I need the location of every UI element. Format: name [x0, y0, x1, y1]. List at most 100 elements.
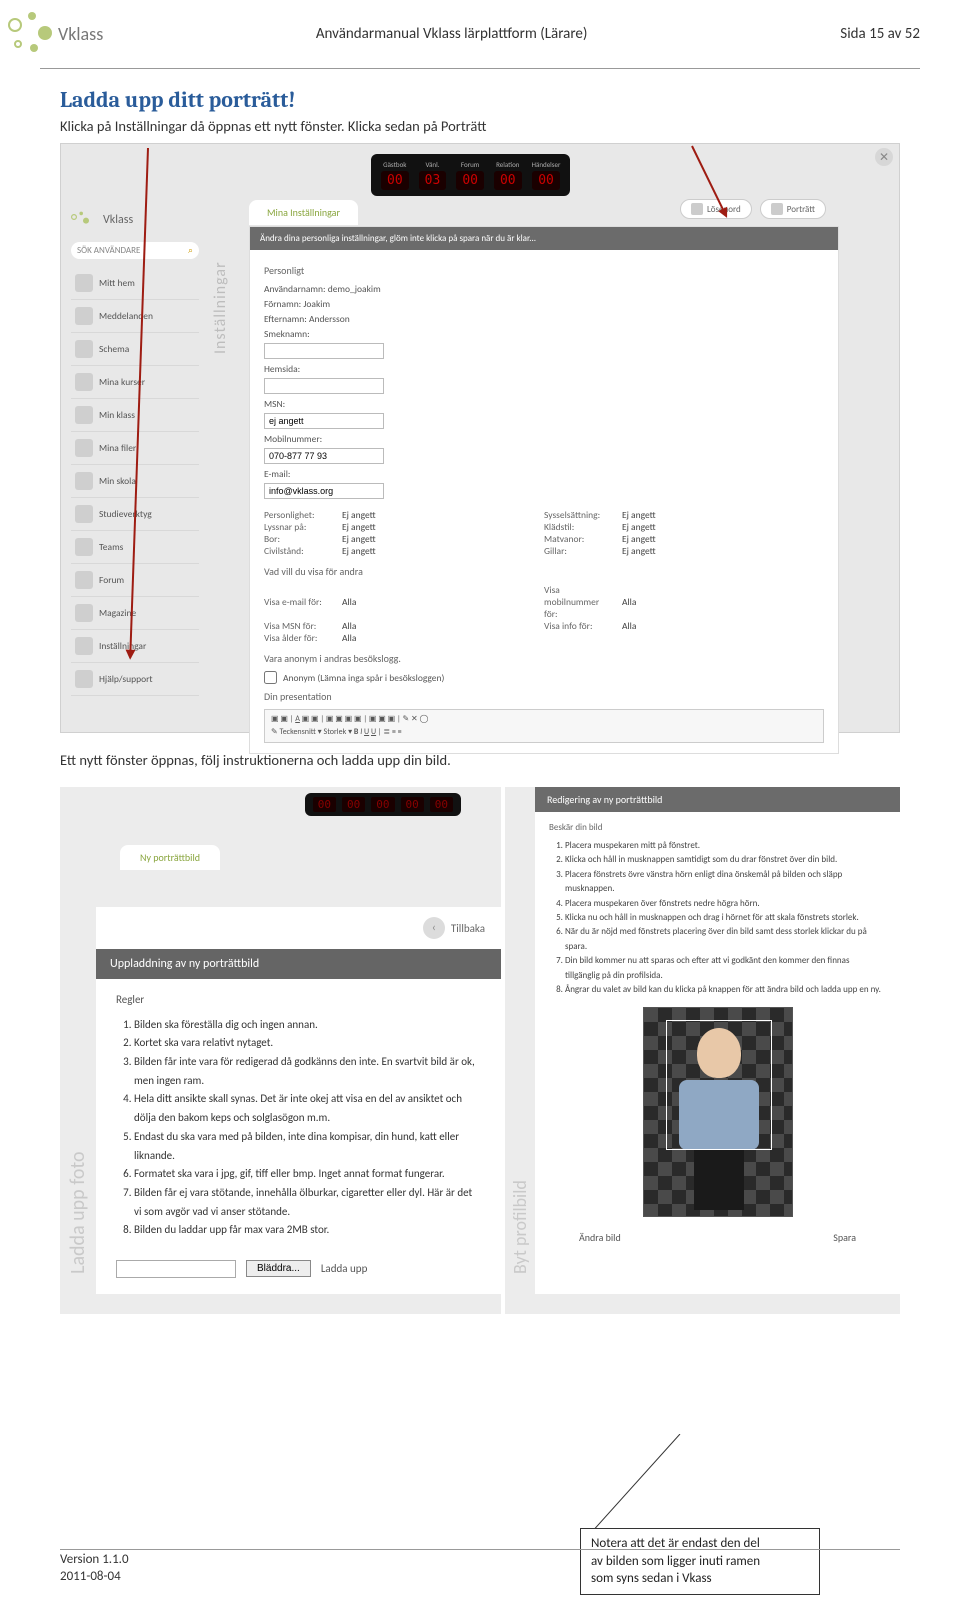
nav-mitt-hem[interactable]: Mitt hem	[71, 267, 199, 300]
nav-magazine[interactable]: Magazine	[71, 597, 199, 630]
attr-row: Civilstånd:Ej angettGillar:Ej angett	[264, 545, 824, 557]
notification-bar: Gästbok00 Vänl.03 Forum00 Relation00 Hän…	[371, 154, 570, 196]
hemsida-input[interactable]	[264, 378, 384, 394]
rule-item: Formatet ska vara i jpg, gif, tiff eller…	[134, 1165, 481, 1184]
step-item: Klicka nu och håll in musknappen och dra…	[565, 911, 886, 925]
mobil-input[interactable]	[264, 448, 384, 464]
rule-item: Hela ditt ansikte skall synas. Det är in…	[134, 1090, 481, 1127]
file-path-input[interactable]	[116, 1260, 236, 1278]
nav-min-klass[interactable]: Min klass	[71, 399, 199, 432]
help-icon	[75, 670, 93, 688]
doc-footer: Version 1.1.0 2011-08-04	[60, 1552, 129, 1586]
doc-header: Vklass Användarmanual Vklass lärplattfor…	[0, 0, 960, 68]
chevron-left-icon: ‹	[423, 917, 445, 939]
key-icon	[691, 203, 703, 215]
tab-losenord[interactable]: Lösenord	[680, 199, 752, 219]
nav-hjalp[interactable]: Hjälp/support	[71, 663, 199, 696]
led-relation[interactable]: Relation00	[494, 160, 522, 190]
step-item: Ångrar du valet av bild kan du klicka på…	[565, 983, 886, 997]
doc-title: Användarmanual Vklass lärplattform (Lära…	[103, 25, 800, 43]
rule-item: Kortet ska vara relativt nytaget.	[134, 1034, 481, 1053]
email-input[interactable]	[264, 483, 384, 499]
portrait-icon	[771, 203, 783, 215]
led-forum[interactable]: Forum00	[456, 160, 484, 190]
search-input[interactable]: SÖK ANVÄNDARE ⌕	[71, 242, 199, 259]
led-vanl[interactable]: Vänl.03	[419, 160, 447, 190]
screenshot-settings: ✕ Gästbok00 Vänl.03 Forum00 Relation00 H…	[60, 143, 900, 733]
vtab-ladda-upp: Ladda upp foto	[60, 907, 96, 1294]
notification-bar: 0000000000	[305, 793, 461, 816]
rule-item: Bilden får ej vara stötande, innehålla ö…	[134, 1184, 481, 1221]
logo-text: Vklass	[58, 23, 103, 45]
header-divider	[40, 68, 920, 69]
section-title: Ladda upp ditt porträtt!	[60, 87, 900, 113]
rule-item: Bilden får inte vara för redigerad då go…	[134, 1053, 481, 1090]
logo: Vklass	[8, 12, 103, 56]
crop-frame[interactable]	[666, 1020, 772, 1150]
search-icon: ⌕	[188, 245, 193, 256]
anonym-checkbox[interactable]	[264, 671, 277, 684]
vtab-installningar: Inställningar	[211, 261, 230, 354]
anonym-header: Vara anonym i andras besökslogg.	[264, 652, 824, 665]
logo-dots-icon	[8, 12, 52, 56]
steps-list: Placera muspekaren mitt på fönstret. Kli…	[549, 839, 886, 997]
step-item: Placera fönstrets övre vänstra hörn enli…	[565, 868, 886, 897]
panel-header: Ändra dina personliga inställningar, glö…	[250, 227, 838, 250]
date-label: 2011-08-04	[60, 1569, 129, 1586]
browse-button[interactable]: Bläddra...	[246, 1260, 311, 1277]
visa-row: Visa MSN för:AllaVisa info för:Alla	[264, 620, 824, 632]
tab-portratt[interactable]: Porträtt	[760, 199, 826, 219]
section-intro: Klicka på Inställningar då öppnas ett ny…	[60, 117, 900, 135]
home-icon	[75, 274, 93, 292]
step-item: Klicka och håll in musknappen samtidigt …	[565, 853, 886, 867]
editor-toolbar[interactable]: ▣ ▣ | A ▣ ▣ | ▣ ▣ ▣ ▣ | ▣ ▣ ▣ | ✎ ✕ ◯ ✎ …	[264, 709, 824, 743]
settings-icon	[75, 637, 93, 655]
nav-forum[interactable]: Forum	[71, 564, 199, 597]
nav-mina-filer[interactable]: Mina filer	[71, 432, 199, 465]
attr-row: Bor:Ej angettMatvanor:Ej angett	[264, 533, 824, 545]
upload-header: Uppladdning av ny porträttbild	[96, 949, 501, 979]
msn-input[interactable]	[264, 413, 384, 429]
rule-item: Bilden du laddar upp får max vara 2MB st…	[134, 1221, 481, 1240]
attr-row: Lyssnar på:Ej angettKlädstil:Ej angett	[264, 521, 824, 533]
change-image-link[interactable]: Ändra bild	[579, 1231, 621, 1244]
vtab-byt-profilbild: Byt profilbild	[505, 787, 535, 1294]
logo-dots-icon	[71, 212, 88, 229]
teams-icon	[75, 538, 93, 556]
forum-icon	[75, 571, 93, 589]
led-handelser[interactable]: Händelser00	[532, 160, 561, 190]
mail-icon	[75, 307, 93, 325]
crop-preview[interactable]	[643, 1007, 793, 1217]
tab-ny-portrattbild[interactable]: Ny porträttbild	[120, 845, 220, 870]
callout-note: Notera att det är endast den del av bild…	[580, 1528, 820, 1595]
visa-row: Visa ålder för:Alla	[264, 632, 824, 644]
rules-list: Bilden ska föreställa dig och ingen anna…	[116, 1016, 481, 1240]
step-item: När du är nöjd med fönstrets placering ö…	[565, 925, 886, 954]
calendar-icon	[75, 340, 93, 358]
section-vad-vill: Vad vill du visa för andra	[264, 565, 824, 578]
rules-heading: Regler	[116, 991, 481, 1010]
led-gastbok[interactable]: Gästbok00	[381, 160, 409, 190]
courses-icon	[75, 373, 93, 391]
section-personligt: Personligt	[264, 264, 824, 277]
upload-link[interactable]: Ladda upp	[321, 1262, 368, 1275]
nav-schema[interactable]: Schema	[71, 333, 199, 366]
tools-icon	[75, 505, 93, 523]
smeknamn-input[interactable]	[264, 343, 384, 359]
files-icon	[75, 439, 93, 457]
sidebar-logo: Vklass	[71, 206, 199, 234]
screenshot-upload: 0000000000 Ny porträttbild Ladda upp fot…	[60, 787, 900, 1314]
back-button[interactable]: ‹ Tillbaka	[96, 907, 501, 949]
close-icon[interactable]: ✕	[875, 148, 893, 166]
nav-meddelanden[interactable]: Meddelanden	[71, 300, 199, 333]
rule-item: Bilden ska föreställa dig och ingen anna…	[134, 1016, 481, 1035]
presentation-header: Din presentation	[264, 690, 824, 703]
edit-header: Redigering av ny porträttbild	[535, 787, 900, 812]
settings-panel: Lösenord Porträtt Ändra dina personliga …	[249, 226, 839, 754]
save-link[interactable]: Spara	[833, 1231, 856, 1244]
crop-subheader: Beskär din bild	[549, 822, 886, 833]
version-label: Version 1.1.0	[60, 1552, 129, 1569]
tab-mina-installningar[interactable]: Mina Inställningar	[249, 200, 358, 225]
nav-mina-kurser[interactable]: Mina kurser	[71, 366, 199, 399]
step-item: Placera muspekaren mitt på fönstret.	[565, 839, 886, 853]
